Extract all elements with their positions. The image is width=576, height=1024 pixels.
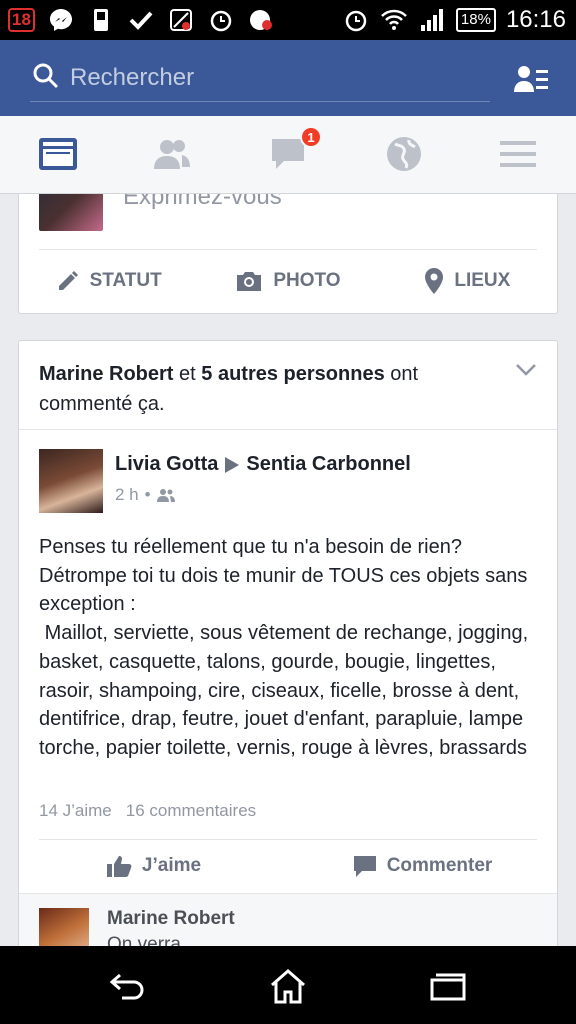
wifi-icon [380, 6, 408, 34]
alarm-icon [207, 6, 235, 34]
search-field[interactable] [30, 58, 490, 102]
status-button-label: STATUT [89, 270, 162, 291]
signal-icon [418, 6, 446, 34]
messages-badge: 1 [300, 126, 322, 148]
post-header: Livia Gotta Sentia Carbonnel [115, 453, 411, 476]
author-name[interactable]: Livia Gotta [115, 453, 218, 476]
home-button[interactable] [268, 966, 308, 1006]
comment-text: On verra ... [107, 934, 203, 946]
composer-card: Exprimez-vous STATUT PHOTO LIEUX [18, 194, 558, 314]
author-avatar[interactable] [39, 449, 103, 513]
composer-prompt[interactable]: Exprimez-vous [123, 194, 282, 211]
commenter-name[interactable]: Marine Robert [107, 908, 235, 930]
social-context: Marine Robert et 5 autres personnes ont … [39, 359, 509, 419]
search-header [0, 40, 576, 116]
recent-apps-button[interactable] [428, 966, 468, 1006]
back-button[interactable] [108, 966, 148, 1006]
social-context-others[interactable]: 5 autres personnes [201, 363, 384, 385]
check-icon [127, 6, 155, 34]
divider [19, 429, 557, 430]
comment-preview: Marine Robert On verra ... [19, 894, 557, 946]
tab-friend-requests[interactable] [150, 134, 194, 174]
status-bar: 18 18% 16:16 [0, 0, 576, 40]
menu-icon [500, 141, 536, 167]
arrow-right-icon [225, 456, 240, 473]
camera-icon [237, 272, 262, 291]
photo-button-label: PHOTO [273, 270, 341, 291]
location-pin-icon [425, 268, 444, 294]
tab-messages[interactable]: 1 [266, 126, 322, 174]
like-count[interactable]: 14 J’aime [39, 801, 112, 821]
friends-list-icon[interactable] [514, 64, 550, 96]
friends-icon [154, 140, 190, 169]
divider [39, 839, 537, 840]
post-meta: 2 h • [115, 485, 175, 505]
commenter-avatar[interactable] [39, 908, 89, 946]
feed-post: Marine Robert et 5 autres personnes ont … [18, 340, 558, 946]
news-feed: Exprimez-vous STATUT PHOTO LIEUX Marine … [0, 194, 576, 946]
comment-button[interactable]: Commenter [288, 841, 557, 891]
news-feed-icon [39, 138, 77, 170]
thumbs-up-icon [106, 856, 132, 877]
user-avatar [39, 194, 103, 231]
messenger-icon [47, 6, 75, 34]
social-context-name[interactable]: Marine Robert [39, 363, 173, 385]
sync-off-icon [167, 6, 195, 34]
clock: 16:16 [505, 6, 566, 33]
pencil-icon [58, 271, 78, 290]
location-button-label: LIEUX [454, 270, 511, 291]
comment-icon [353, 856, 376, 877]
phone-storage-icon [87, 6, 115, 34]
friends-audience-icon [156, 489, 175, 502]
divider [39, 249, 537, 250]
chevron-down-icon[interactable] [515, 363, 537, 382]
social-context-connector: et [179, 363, 196, 385]
notification-dot-icon [247, 6, 275, 34]
home-icon [271, 969, 305, 1004]
comment-button-label: Commenter [386, 855, 493, 876]
recent-apps-icon [430, 973, 466, 1001]
tab-more[interactable] [496, 134, 540, 174]
like-button[interactable]: J’aime [19, 841, 288, 891]
alarm-clock-icon [342, 6, 370, 34]
search-icon [32, 62, 60, 95]
notification-count-badge: 18 [8, 8, 35, 32]
tab-news-feed[interactable] [36, 134, 80, 174]
location-button[interactable]: LIEUX [378, 251, 557, 311]
target-name[interactable]: Sentia Carbonnel [246, 453, 410, 476]
reaction-counts: 14 J’aime 16 commentaires [39, 801, 256, 821]
system-nav-bar [0, 946, 576, 1024]
post-body: Penses tu réellement que tu n'a besoin d… [39, 536, 529, 759]
meta-separator: • [144, 485, 151, 504]
comment-count[interactable]: 16 commentaires [126, 801, 256, 821]
back-arrow-icon [109, 973, 144, 1000]
photo-button[interactable]: PHOTO [198, 251, 377, 311]
status-button[interactable]: STATUT [19, 251, 198, 311]
like-button-label: J’aime [141, 855, 202, 876]
globe-icon [387, 137, 421, 171]
tab-notifications[interactable] [382, 134, 426, 174]
tab-bar: 1 [0, 116, 576, 194]
search-input[interactable] [70, 60, 470, 96]
battery-indicator: 18% [455, 8, 496, 32]
post-time[interactable]: 2 h [115, 485, 139, 505]
